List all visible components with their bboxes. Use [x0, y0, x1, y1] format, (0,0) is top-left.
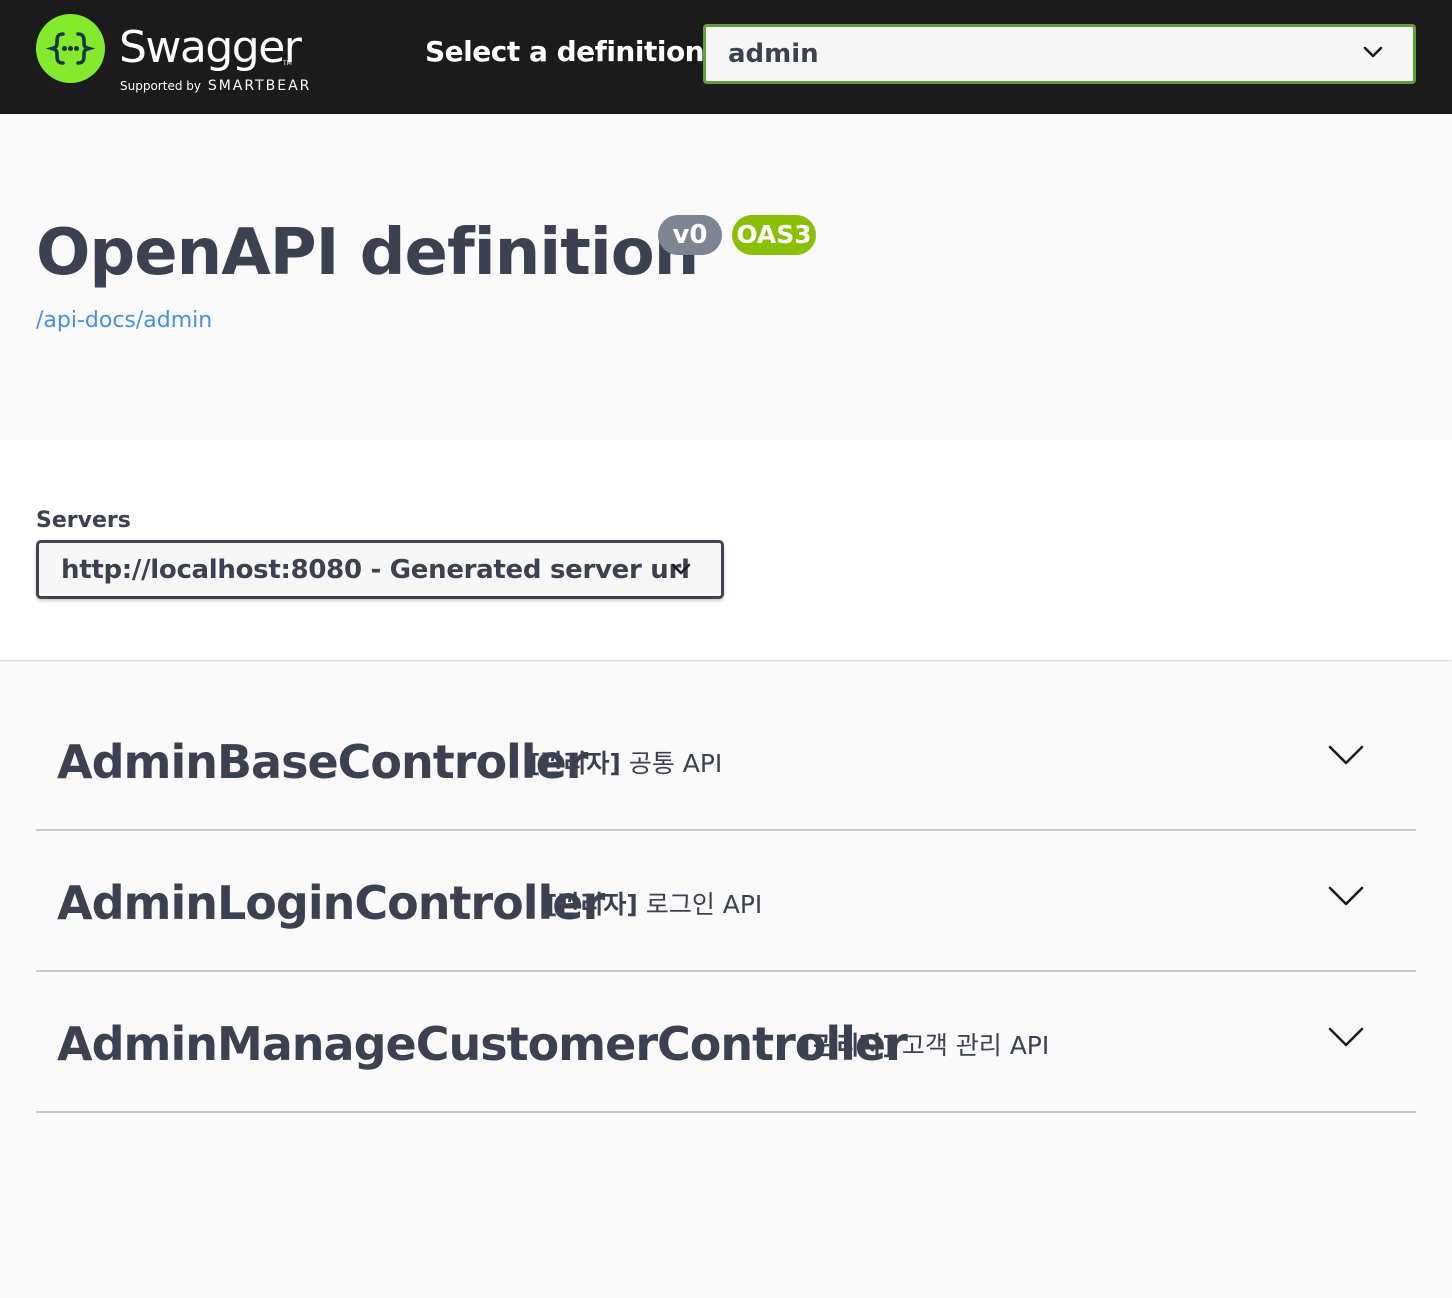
tag-description-text: 로그인 API: [645, 890, 763, 919]
operation-tags: AdminBaseController [관리자] 공통 API AdminLo…: [36, 690, 1416, 1113]
tag-admin-manage-customer-controller[interactable]: AdminManageCustomerController [관리자] 고객 관…: [36, 972, 1416, 1113]
brand-company: SMARTBEAR: [207, 78, 312, 94]
expand-chevron-icon[interactable]: [1328, 1026, 1364, 1048]
select-definition-label: Select a definition: [425, 35, 705, 68]
tag-admin-login-controller[interactable]: AdminLoginController [관리자] 로그인 API: [36, 831, 1416, 972]
tag-name: AdminBaseController: [57, 735, 588, 789]
swagger-logo-icon: [36, 14, 105, 83]
tag-description: [관리자] 로그인 API: [546, 887, 762, 923]
expand-chevron-icon[interactable]: [1328, 744, 1364, 766]
servers-section: Servers http://localhost:8080 - Generate…: [0, 440, 1452, 660]
tag-description: [관리자] 고객 관리 API: [802, 1028, 1049, 1064]
tag-name: AdminLoginController: [57, 876, 605, 930]
tag-description-text: 고객 관리 API: [901, 1031, 1050, 1060]
chevron-down-icon: [1363, 46, 1383, 58]
definition-select[interactable]: admin: [703, 24, 1416, 84]
tag-description-prefix: [관리자]: [802, 1031, 894, 1060]
tag-description: [관리자] 공통 API: [529, 746, 722, 782]
chevron-down-icon: [671, 563, 691, 575]
server-select[interactable]: http://localhost:8080 - Generated server…: [36, 540, 724, 599]
tag-admin-base-controller[interactable]: AdminBaseController [관리자] 공통 API: [36, 690, 1416, 831]
topbar: Swagger TM Supported by SMARTBEAR Select…: [0, 0, 1452, 114]
brand-subtitle: Supported by SMARTBEAR: [120, 77, 311, 95]
tag-name: AdminManageCustomerController: [57, 1017, 908, 1071]
tag-description-prefix: [관리자]: [529, 749, 621, 778]
server-select-value: http://localhost:8080 - Generated server…: [61, 555, 690, 585]
version-badge: v0: [658, 215, 722, 255]
tag-description-prefix: [관리자]: [546, 890, 638, 919]
trademark-mark: TM: [283, 60, 292, 67]
brand-name: Swagger: [119, 22, 302, 73]
servers-label: Servers: [36, 508, 131, 533]
spec-url-link[interactable]: /api-docs/admin: [36, 306, 212, 336]
tag-description-text: 공통 API: [628, 749, 723, 778]
brand-supported-by: Supported by: [120, 79, 201, 93]
expand-chevron-icon[interactable]: [1328, 885, 1364, 907]
page-title: OpenAPI definition: [36, 216, 699, 290]
definition-select-value: admin: [728, 39, 819, 69]
oas-badge: OAS3: [732, 215, 816, 255]
info-section: OpenAPI definition v0 OAS3 /api-docs/adm…: [0, 114, 1452, 440]
